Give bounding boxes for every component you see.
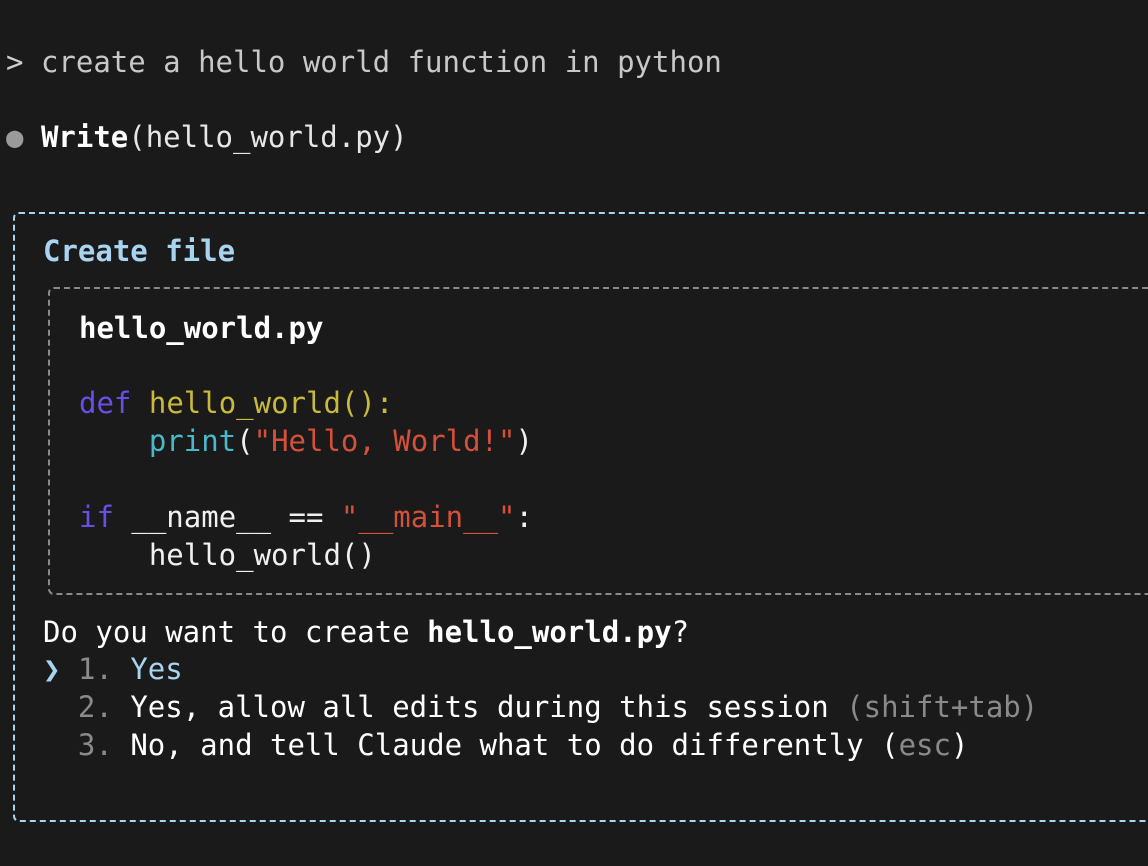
dialog-title: Create file <box>43 234 236 268</box>
code-line-2: print("Hello, World!") <box>148 424 533 458</box>
prompt-chevron-icon: > <box>6 45 24 79</box>
prompt-text: create a hello world function in python <box>40 45 722 79</box>
tool-args: (hello_world.py) <box>128 120 408 154</box>
confirm-question: Do you want to create hello_world.py? <box>43 615 690 649</box>
code-line-1: def hello_world(): <box>79 386 394 420</box>
file-name: hello_world.py <box>79 311 324 345</box>
shortcut-hint: esc <box>898 728 951 762</box>
tool-name: Write <box>40 120 129 154</box>
code-line-3: if __name__ == "__main__": <box>79 500 533 534</box>
user-prompt: > create a hello world function in pytho… <box>6 43 722 81</box>
code-line-4: hello_world() <box>148 538 376 572</box>
selection-pointer-icon: ❯ <box>43 652 61 686</box>
option-label: Yes <box>130 652 183 686</box>
option-label: No, and tell Claude what to do different… <box>130 728 864 762</box>
option-label: Yes, allow all edits during this session <box>130 690 829 724</box>
option-yes[interactable]: ❯ 1. Yes <box>43 650 183 688</box>
shortcut-hint: (shift+tab) <box>846 690 1039 724</box>
option-no[interactable]: 3. No, and tell Claude what to do differ… <box>43 726 969 764</box>
option-yes-allow-all[interactable]: 2. Yes, allow all edits during this sess… <box>43 688 1038 726</box>
bullet-icon: ● <box>6 120 24 154</box>
tool-call: ● Write(hello_world.py) <box>6 118 408 156</box>
